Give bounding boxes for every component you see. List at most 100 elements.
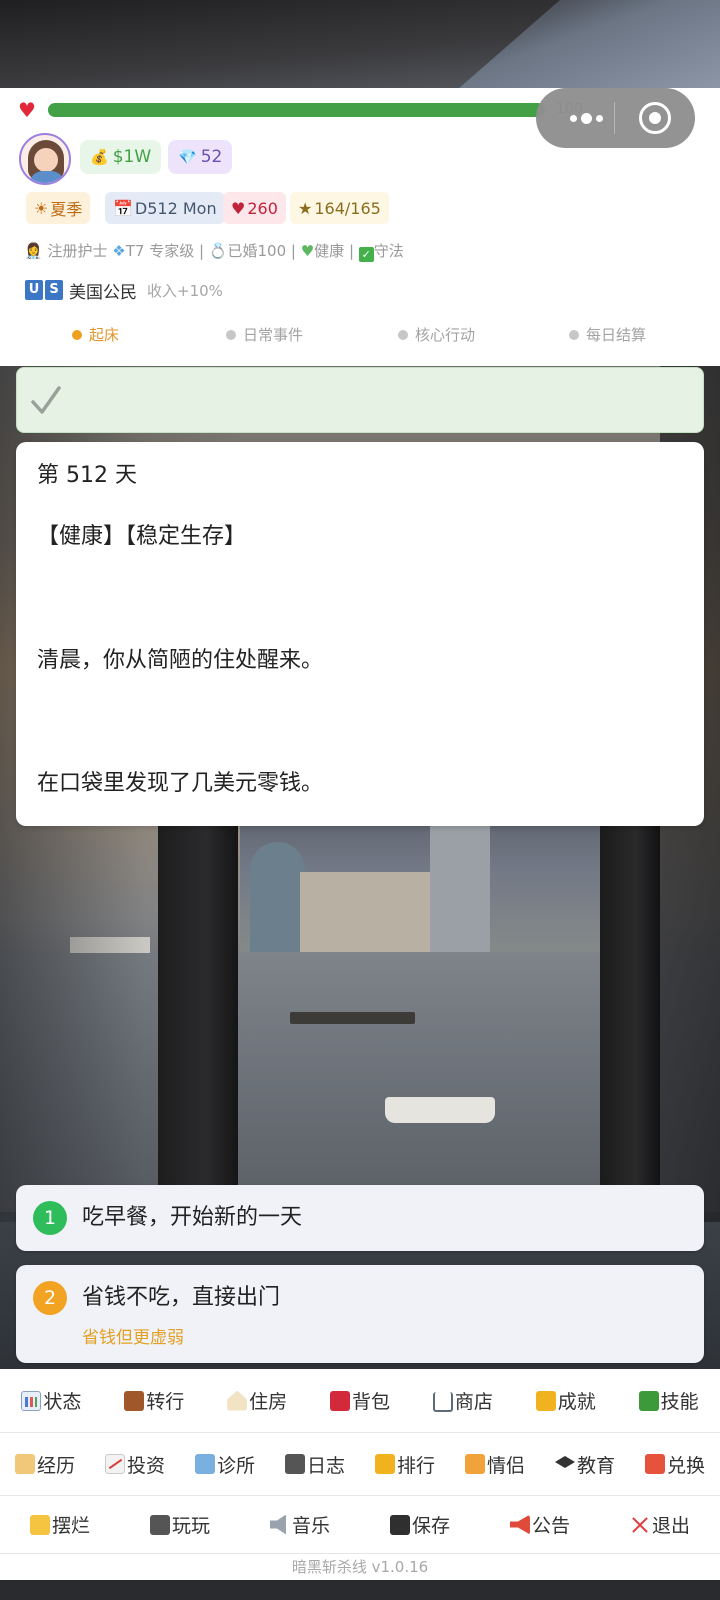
job-label: 注册护士 bbox=[47, 242, 108, 260]
menu-education-button[interactable]: 教育 bbox=[540, 1451, 630, 1478]
more-icon bbox=[569, 114, 577, 122]
menu-label: 教育 bbox=[576, 1454, 615, 1477]
menu-label: 背包 bbox=[352, 1391, 391, 1413]
rank-label: T7 专家级 bbox=[125, 242, 195, 260]
bottom-menu: 状态 转行 住房 背包 商店 成就 技能 经历 投资 诊所 日志 排行 情侣 教… bbox=[0, 1369, 720, 1580]
step-dot bbox=[569, 329, 579, 340]
menu-redeem-button[interactable]: 兑换 bbox=[630, 1451, 720, 1478]
more-icon bbox=[595, 114, 603, 122]
flag-letter: U bbox=[25, 280, 43, 300]
profile-info-line: 👩‍⚕️ 注册护士 ❖T7 专家级 | 💍已婚100 | ♥健康 | ✓ 守法 bbox=[24, 242, 404, 262]
flag-letter: S bbox=[45, 280, 63, 300]
day-value: D512 Mon bbox=[134, 198, 217, 218]
capsule-divider bbox=[614, 102, 615, 134]
menu-status-button[interactable]: 状态 bbox=[0, 1387, 103, 1414]
menu-announcement-button[interactable]: 公告 bbox=[480, 1511, 600, 1538]
menu-label: 保存 bbox=[411, 1515, 450, 1537]
log-icon bbox=[284, 1454, 305, 1474]
story-day: 第 512 天 bbox=[37, 463, 137, 488]
miniprogram-capsule bbox=[536, 88, 695, 148]
menu-label: 兑换 bbox=[666, 1454, 705, 1477]
window-beam bbox=[0, 0, 560, 88]
scroll-icon bbox=[14, 1454, 35, 1474]
menu-label: 玩玩 bbox=[171, 1515, 210, 1537]
menu-backpack-button[interactable]: 背包 bbox=[309, 1387, 412, 1414]
nurse-icon: 👩‍⚕️ bbox=[24, 242, 43, 260]
menu-label: 退出 bbox=[651, 1515, 690, 1537]
menu-music-button[interactable]: 音乐 bbox=[240, 1511, 360, 1538]
step-dot bbox=[72, 329, 82, 340]
menu-exit-button[interactable]: 退出 bbox=[600, 1511, 720, 1538]
more-menu-button[interactable] bbox=[556, 100, 616, 136]
close-miniprogram-button[interactable] bbox=[639, 102, 671, 134]
gem-chip[interactable]: 💎 52 bbox=[168, 140, 233, 174]
stars-tag: ★ 164/165 bbox=[290, 192, 389, 224]
avatar-face bbox=[34, 148, 58, 172]
more-icon bbox=[580, 112, 592, 124]
heart-icon: ♥ bbox=[18, 98, 36, 122]
menu-career-change-button[interactable]: 转行 bbox=[103, 1387, 206, 1414]
choice-text: 吃早餐，开始新的一天 bbox=[82, 1205, 303, 1230]
cart-icon bbox=[432, 1391, 453, 1412]
trophy-icon bbox=[535, 1390, 556, 1411]
menu-clinic-button[interactable]: 诊所 bbox=[180, 1451, 270, 1478]
us-flag-icon: US bbox=[25, 280, 63, 300]
backpack-icon bbox=[330, 1390, 350, 1411]
medal-icon bbox=[374, 1454, 395, 1474]
star-icon: ★ bbox=[298, 198, 313, 218]
health-value: 260 bbox=[247, 198, 278, 218]
day-phase-steps: 起床 日常事件 核心行动 每日结算 bbox=[0, 324, 720, 350]
menu-label: 技能 bbox=[660, 1391, 699, 1413]
bottom-edge bbox=[0, 1580, 720, 1600]
floppy-disk-icon bbox=[389, 1514, 410, 1535]
hp-bar-fill bbox=[48, 103, 545, 117]
citizenship-row: US 美国公民 收入+10% bbox=[25, 279, 223, 303]
hp-row: ♥ 100 bbox=[18, 98, 583, 122]
menu-label: 商店 bbox=[454, 1391, 493, 1413]
menu-row: 状态 转行 住房 背包 商店 成就 技能 bbox=[0, 1369, 720, 1433]
menu-history-button[interactable]: 经历 bbox=[0, 1451, 90, 1478]
hospital-icon bbox=[194, 1454, 215, 1474]
citizenship-name: 美国公民 bbox=[69, 282, 137, 303]
menu-label: 投资 bbox=[126, 1454, 165, 1477]
menu-label: 公告 bbox=[531, 1515, 570, 1537]
menu-label: 日志 bbox=[306, 1454, 345, 1477]
calendar-icon: 📅 bbox=[113, 198, 133, 218]
season-value: 夏季 bbox=[50, 200, 83, 219]
sun-icon: ☀ bbox=[34, 198, 49, 218]
menu-housing-button[interactable]: 住房 bbox=[206, 1387, 309, 1414]
marriage-label: 已婚100 bbox=[227, 242, 287, 260]
menu-label: 经历 bbox=[36, 1454, 75, 1477]
money-chip[interactable]: 💰 $1W bbox=[80, 140, 162, 174]
money-value: $1W bbox=[112, 147, 152, 167]
step-label: 日常事件 bbox=[243, 326, 304, 344]
close-icon bbox=[630, 1515, 650, 1535]
menu-shop-button[interactable]: 商店 bbox=[411, 1387, 514, 1414]
choice-text: 省钱不吃，直接出门 bbox=[82, 1285, 281, 1310]
menu-log-button[interactable]: 日志 bbox=[270, 1451, 360, 1478]
choice-option-1[interactable]: 1 吃早餐，开始新的一天 bbox=[16, 1185, 704, 1251]
menu-achievements-button[interactable]: 成就 bbox=[514, 1387, 617, 1414]
menu-label: 诊所 bbox=[216, 1454, 255, 1477]
menu-slack-off-button[interactable]: 摆烂 bbox=[0, 1511, 120, 1538]
step-label: 起床 bbox=[89, 326, 120, 344]
menu-save-button[interactable]: 保存 bbox=[360, 1511, 480, 1538]
choice-hint: 省钱但更虚弱 bbox=[82, 1328, 184, 1348]
choice-option-2[interactable]: 2 省钱不吃，直接出门 省钱但更虚弱 bbox=[16, 1265, 704, 1363]
boat-barge bbox=[290, 1012, 415, 1024]
briefcase-icon bbox=[124, 1390, 145, 1411]
menu-label: 音乐 bbox=[291, 1515, 330, 1537]
menu-invest-button[interactable]: 投资 bbox=[90, 1451, 180, 1478]
avatar[interactable] bbox=[19, 133, 71, 185]
gem-value: 52 bbox=[200, 147, 223, 167]
menu-skills-button[interactable]: 技能 bbox=[617, 1387, 720, 1414]
menu-play-button[interactable]: 玩玩 bbox=[120, 1511, 240, 1538]
step-label: 每日结算 bbox=[586, 326, 647, 344]
menu-label: 住房 bbox=[249, 1391, 288, 1413]
slot-machine-icon bbox=[149, 1514, 170, 1535]
menu-partner-button[interactable]: 情侣 bbox=[450, 1451, 540, 1478]
step-label: 核心行动 bbox=[415, 326, 476, 344]
step-daily-events: 日常事件 bbox=[226, 324, 303, 345]
menu-ranking-button[interactable]: 排行 bbox=[360, 1451, 450, 1478]
story-line: 在口袋里发现了几美元零钱。 bbox=[37, 771, 324, 796]
